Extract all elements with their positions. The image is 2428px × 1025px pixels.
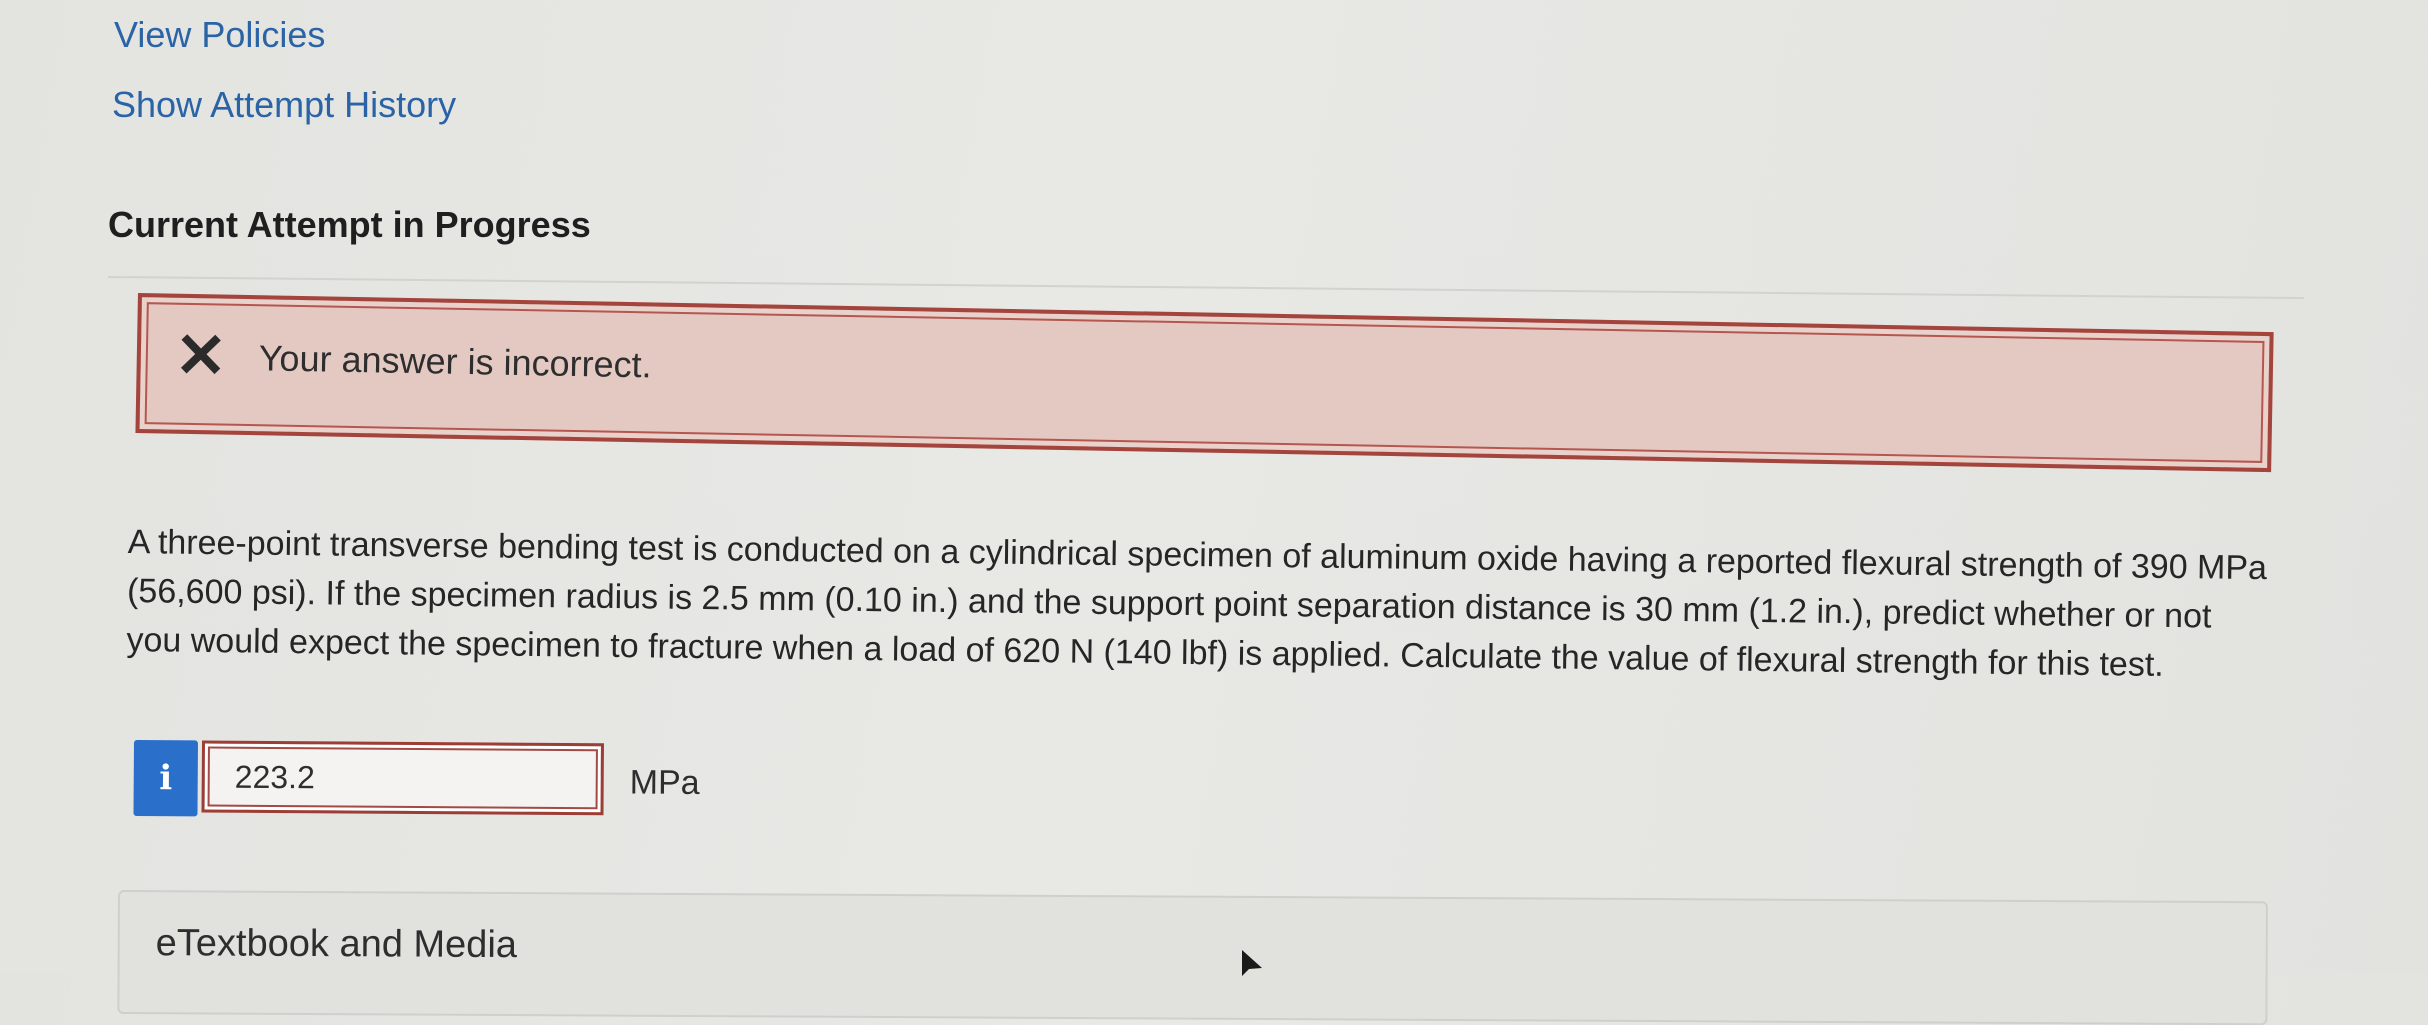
- x-mark-icon: [180, 334, 222, 375]
- info-icon[interactable]: i: [133, 740, 198, 817]
- alert-message: Your answer is incorrect.: [258, 337, 652, 386]
- incorrect-answer-alert: Your answer is incorrect.: [135, 293, 2274, 473]
- view-policies-link[interactable]: View Policies: [114, 14, 325, 56]
- question-text: A three-point transverse bending test is…: [126, 522, 2268, 684]
- answer-row: i MPa: [133, 740, 774, 824]
- show-attempt-history-link[interactable]: Show Attempt History: [112, 84, 456, 126]
- section-divider: [107, 276, 2304, 300]
- etextbook-media-panel[interactable]: eTextbook and Media: [117, 890, 2268, 1025]
- assignment-page: View Policies Show Attempt History Curre…: [0, 0, 2428, 1025]
- answer-input[interactable]: [201, 740, 604, 816]
- answer-unit: MPa: [629, 763, 700, 802]
- etextbook-media-label: eTextbook and Media: [155, 922, 518, 967]
- section-title: Current Attempt in Progress: [108, 204, 591, 245]
- mouse-cursor-icon: [1240, 948, 1264, 978]
